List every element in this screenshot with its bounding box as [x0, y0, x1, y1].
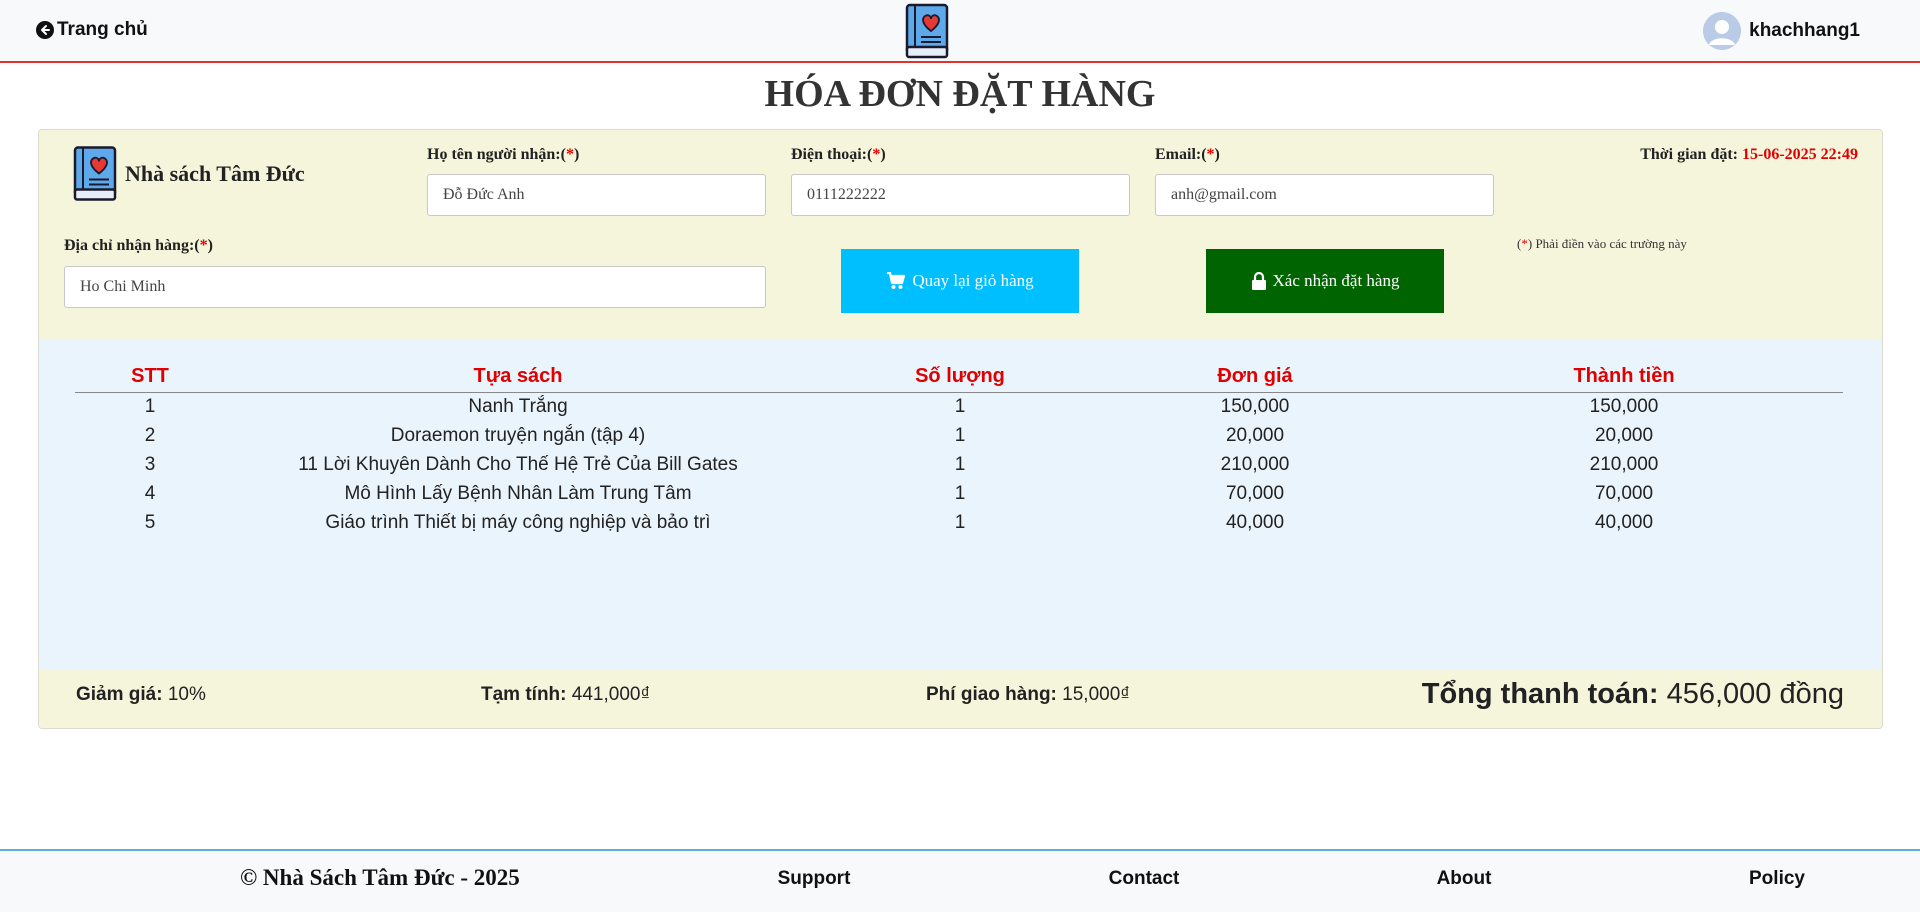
required-note: (*) Phải điền vào các trường này — [1517, 236, 1687, 251]
lock-icon — [1251, 272, 1266, 290]
column-header: STT — [131, 365, 169, 387]
phone-label: Điện thoại:(*) — [791, 146, 886, 163]
footer-link-about[interactable]: About — [1437, 868, 1492, 890]
cart-icon — [887, 272, 906, 289]
address-input[interactable] — [64, 266, 766, 308]
recipient-info-section: Nhà sách Tâm Đức Họ tên người nhận:(*) Đ… — [39, 130, 1882, 340]
grand-total: Tổng thanh toán: 456,000 đồng — [1421, 678, 1844, 710]
discount: Giảm giá: 10% — [76, 684, 206, 705]
footer-link-contact[interactable]: Contact — [1109, 868, 1180, 890]
top-navbar: Trang chủ khachhang1 — [0, 0, 1920, 63]
column-header: Tựa sách — [473, 365, 563, 387]
column-header: Đơn giá — [1217, 365, 1293, 387]
recipient-name-label: Họ tên người nhận:(*) — [427, 146, 580, 163]
email-label: Email:(*) — [1155, 146, 1220, 163]
footer-link-policy[interactable]: Policy — [1749, 868, 1805, 890]
shipping-fee: Phí giao hàng: 15,000₫ — [926, 684, 1131, 705]
phone-input[interactable] — [791, 174, 1130, 216]
order-items-table: STT Tựa sách Số lượng Đơn giá Thành tiền… — [39, 340, 1882, 670]
order-time: Thời gian đặt: 15-06-2025 22:49 — [1640, 146, 1858, 163]
book-heart-icon[interactable] — [903, 3, 951, 60]
address-label: Địa chỉ nhận hàng:(*) — [64, 237, 213, 254]
book-heart-icon — [73, 146, 117, 201]
home-link-label: Trang chủ — [57, 19, 148, 40]
order-summary: Giảm giá: 10% Tạm tính: 441,000₫ Phí gia… — [39, 670, 1882, 728]
page-title: HÓA ĐƠN ĐẶT HÀNG — [764, 73, 1156, 115]
footer: © Nhà Sách Tâm Đức - 2025 Support Contac… — [0, 849, 1920, 912]
recipient-name-input[interactable] — [427, 174, 766, 216]
invoice-card: Nhà sách Tâm Đức Họ tên người nhận:(*) Đ… — [38, 129, 1883, 729]
back-to-cart-button[interactable]: Quay lại giỏ hàng — [841, 249, 1079, 313]
confirm-order-button[interactable]: Xác nhận đặt hàng — [1206, 249, 1444, 313]
column-header: Số lượng — [915, 365, 1005, 387]
order-time-value: 15-06-2025 22:49 — [1742, 146, 1858, 163]
column-header: Thành tiền — [1573, 365, 1675, 387]
user-menu[interactable]: khachhang1 — [1703, 12, 1860, 50]
footer-copyright: © Nhà Sách Tâm Đức - 2025 — [240, 865, 520, 890]
subtotal: Tạm tính: 441,000₫ — [481, 684, 651, 705]
home-link[interactable]: Trang chủ — [36, 19, 148, 41]
shop-brand: Nhà sách Tâm Đức — [71, 145, 305, 203]
username: khachhang1 — [1749, 20, 1860, 41]
footer-link-support[interactable]: Support — [778, 868, 851, 890]
email-input[interactable] — [1155, 174, 1494, 216]
shop-name: Nhà sách Tâm Đức — [125, 161, 305, 186]
avatar-icon — [1703, 12, 1742, 50]
table-header-divider — [75, 392, 1843, 393]
arrow-left-circle-icon — [36, 21, 54, 39]
